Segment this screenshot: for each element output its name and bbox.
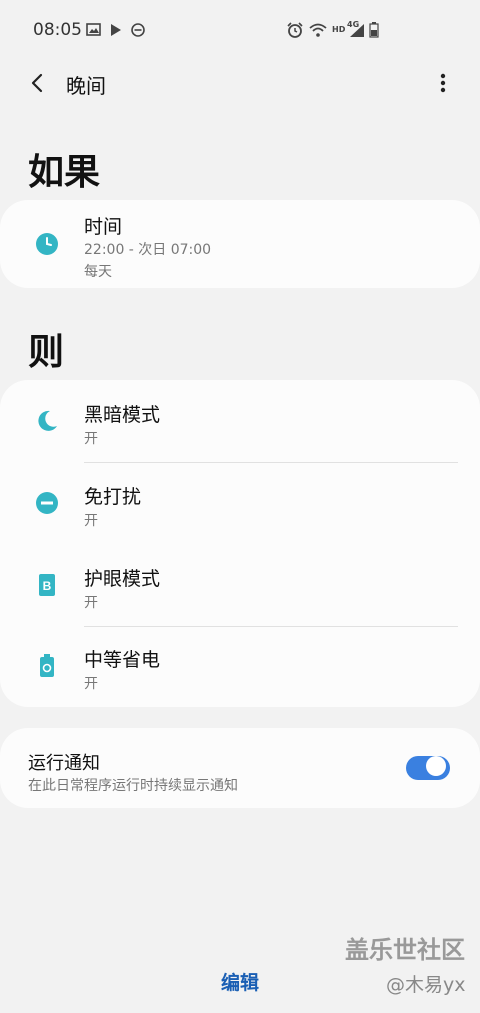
dnd-icon — [36, 492, 58, 514]
clock-icon — [36, 233, 58, 255]
action-status: 开 — [84, 431, 98, 447]
edit-button[interactable]: 编辑 — [200, 968, 280, 995]
toggle-thumb — [426, 756, 446, 776]
action-row-dark-mode[interactable]: 黑暗模式 开 — [0, 380, 480, 462]
alarm-icon — [287, 22, 303, 38]
time-row-repeat: 每天 — [84, 264, 112, 280]
action-title: 中等省电 — [84, 649, 161, 671]
status-time: 08:05 — [33, 20, 82, 40]
back-arrow-icon[interactable] — [26, 70, 50, 96]
image-icon — [86, 23, 101, 36]
action-status: 开 — [84, 595, 98, 611]
status-bar: 08:05 HD 4G — [0, 0, 480, 60]
action-row-eye-comfort[interactable]: B 护眼模式 开 — [0, 544, 480, 626]
run-notification-toggle[interactable] — [406, 754, 450, 782]
hd-label: HD — [332, 25, 346, 34]
more-vertical-icon[interactable] — [432, 70, 454, 96]
signal-icon — [350, 24, 364, 37]
if-condition-card[interactable]: 时间 22:00 - 次日 07:00 每天 — [0, 200, 480, 288]
play-store-icon — [111, 24, 121, 36]
watermark-brand: 盖乐世社区 — [345, 936, 465, 964]
time-row-range: 22:00 - 次日 07:00 — [84, 242, 212, 258]
run-notification-title: 运行通知 — [28, 753, 100, 774]
eye-comfort-icon: B — [39, 574, 55, 596]
run-notification-subtitle: 在此日常程序运行时持续显示通知 — [28, 778, 238, 794]
time-row-title: 时间 — [84, 216, 123, 238]
action-title: 黑暗模式 — [84, 404, 161, 426]
power-saving-icon — [40, 654, 54, 677]
action-row-dnd[interactable]: 免打扰 开 — [0, 462, 480, 544]
page-title: 晚间 — [66, 74, 106, 98]
action-status: 开 — [84, 676, 98, 692]
then-section-title: 则 — [28, 332, 65, 373]
action-status: 开 — [84, 513, 98, 529]
action-title: 护眼模式 — [84, 568, 161, 590]
battery-icon — [369, 22, 379, 38]
moon-icon — [38, 410, 57, 431]
watermark-author: @木易yx — [386, 974, 466, 996]
then-actions-card: 黑暗模式 开 免打扰 开 B 护眼模式 开 中等省电 开 — [0, 380, 480, 707]
action-row-power-saving[interactable]: 中等省电 开 — [0, 625, 480, 707]
if-section-title: 如果 — [28, 152, 101, 193]
wifi-icon — [309, 23, 327, 37]
action-title: 免打扰 — [84, 486, 142, 508]
dnd-icon — [131, 23, 145, 37]
svg-text:B: B — [43, 579, 52, 593]
